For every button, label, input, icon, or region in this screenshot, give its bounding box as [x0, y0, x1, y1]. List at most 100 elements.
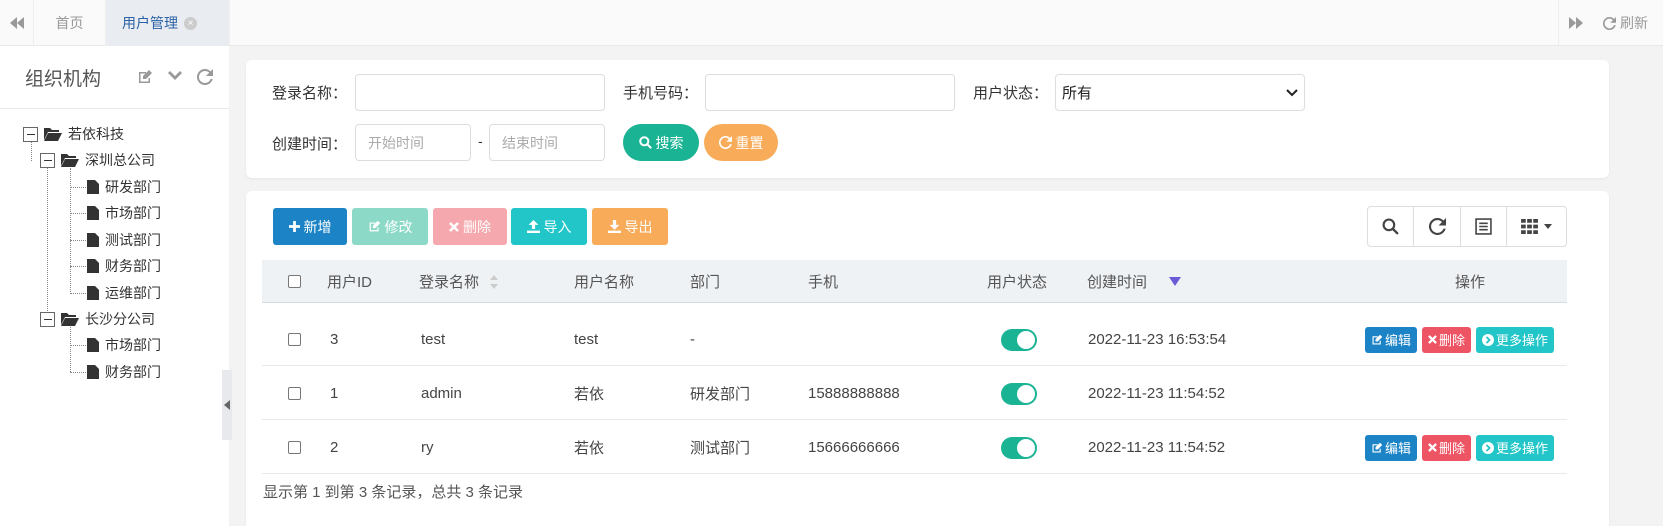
file-icon — [87, 286, 99, 300]
cell-phone: 15888888888 — [808, 385, 900, 402]
status-label: 用户状态： — [973, 85, 1049, 102]
sidebar-collapse-handle[interactable] — [222, 370, 232, 440]
col-login-name[interactable]: 登录名称 — [419, 260, 499, 303]
refresh-icon — [1603, 16, 1616, 30]
folder-open-icon — [61, 312, 79, 326]
tree-node-dept[interactable]: 研发部门 — [87, 175, 161, 199]
cell-user-name: 若依 — [574, 440, 605, 457]
end-time-input[interactable] — [489, 124, 605, 161]
status-toggle[interactable] — [1001, 436, 1037, 459]
status-toggle[interactable] — [1001, 382, 1037, 405]
tree-node-changsha[interactable]: 长沙分公司 — [40, 307, 155, 331]
row-edit-button[interactable]: 编辑 — [1365, 434, 1418, 461]
table-row[interactable]: 1 admin 若依 研发部门 15888888888 2022-11-23 1… — [262, 367, 1567, 420]
row-checkbox[interactable] — [288, 333, 301, 346]
table-row[interactable]: 3 test test - 2022-11-23 16:53:54 编辑 删除 … — [262, 313, 1567, 366]
row-more-button[interactable]: 更多操作 — [1476, 434, 1555, 461]
start-time-input[interactable] — [355, 124, 471, 161]
col-dept[interactable]: 部门 — [690, 260, 720, 303]
file-icon — [87, 338, 99, 352]
col-user-name[interactable]: 用户名称 — [574, 260, 634, 303]
chevron-down-icon[interactable] — [166, 68, 184, 86]
grid-icon — [1521, 219, 1538, 234]
scroll-tabs-left-icon[interactable] — [0, 0, 34, 46]
add-user-button[interactable]: 新增 — [273, 208, 347, 245]
status-select[interactable]: 所有 — [1055, 74, 1305, 111]
tree-node-root[interactable]: 若依科技 — [23, 122, 124, 146]
col-status[interactable]: 用户状态 — [987, 260, 1047, 303]
manage-icon[interactable] — [136, 68, 154, 86]
row-more-button[interactable]: 更多操作 — [1476, 326, 1555, 353]
plus-icon — [288, 221, 300, 232]
file-icon — [87, 233, 99, 247]
toggle-view-button[interactable] — [1461, 207, 1508, 246]
edit-icon — [369, 220, 380, 232]
row-checkbox[interactable] — [288, 387, 301, 400]
row-edit-button[interactable]: 编辑 — [1365, 326, 1418, 353]
tab-bar: 首页 用户管理 × 刷新 — [0, 0, 1663, 46]
cell-created: 2022-11-23 11:54:52 — [1088, 439, 1226, 456]
row-delete-button[interactable]: 删除 — [1422, 326, 1472, 353]
cell-user-name: test — [574, 331, 599, 348]
refresh-tree-icon[interactable] — [196, 68, 214, 86]
col-created[interactable]: 创建时间 — [1087, 260, 1182, 303]
collapse-toggle-icon[interactable] — [40, 311, 55, 327]
reset-button[interactable]: 重置 — [704, 124, 778, 161]
tree-node-dept[interactable]: 财务部门 — [87, 254, 161, 278]
refresh-table-button[interactable] — [1414, 207, 1461, 246]
cell-user-name: 若依 — [574, 386, 605, 403]
file-icon — [87, 259, 99, 273]
cell-created: 2022-11-23 16:53:54 — [1088, 331, 1227, 348]
edit-icon — [1372, 442, 1383, 452]
tree-node-shenzhen[interactable]: 深圳总公司 — [40, 148, 155, 172]
table-row[interactable]: 2 ry 若依 测试部门 15666666666 2022-11-23 11:5… — [262, 421, 1567, 474]
close-icon — [449, 221, 459, 232]
scroll-tabs-right-icon[interactable] — [1558, 0, 1592, 46]
refresh-button[interactable]: 刷新 — [1593, 0, 1663, 46]
created-time-label: 创建时间： — [272, 136, 348, 153]
tab-home[interactable]: 首页 — [34, 0, 106, 46]
cell-login-name: test — [421, 331, 446, 348]
caret-left-icon — [224, 400, 230, 410]
close-icon — [1428, 443, 1437, 452]
cell-user-id: 2 — [330, 439, 339, 456]
phone-input[interactable] — [705, 74, 955, 111]
cell-dept: 研发部门 — [690, 386, 751, 403]
refresh-icon — [718, 136, 732, 149]
collapse-toggle-icon[interactable] — [23, 126, 38, 142]
export-button[interactable]: 导出 — [592, 208, 668, 245]
login-name-input[interactable] — [355, 74, 605, 111]
caret-down-icon — [1544, 224, 1552, 229]
tree-node-dept[interactable]: 市场部门 — [87, 333, 161, 357]
close-icon[interactable]: × — [184, 16, 197, 30]
import-button[interactable]: 导入 — [511, 208, 587, 245]
search-toggle-button[interactable] — [1368, 207, 1415, 246]
tab-user-management[interactable]: 用户管理 × — [106, 0, 230, 46]
refresh-icon — [1428, 218, 1446, 235]
tree-node-dept[interactable]: 运维部门 — [87, 281, 161, 305]
columns-dropdown-button[interactable] — [1507, 207, 1566, 246]
row-delete-button[interactable]: 删除 — [1422, 434, 1472, 461]
tree-node-dept[interactable]: 测试部门 — [87, 228, 161, 252]
cell-dept: - — [690, 331, 695, 348]
chevron-circle-right-icon — [1482, 441, 1495, 454]
collapse-toggle-icon[interactable] — [40, 152, 55, 168]
tree-node-dept[interactable]: 财务部门 — [87, 360, 161, 384]
close-icon — [1428, 335, 1437, 344]
col-actions: 操作 — [1455, 274, 1486, 291]
edit-user-button[interactable]: 修改 — [352, 208, 428, 245]
status-toggle[interactable] — [1001, 328, 1037, 351]
select-all-checkbox[interactable] — [288, 275, 301, 288]
delete-user-button[interactable]: 删除 — [433, 208, 507, 245]
tree-node-dept[interactable]: 市场部门 — [87, 201, 161, 225]
sidebar-header: 组织机构 — [0, 46, 229, 109]
row-checkbox[interactable] — [288, 441, 301, 454]
cell-user-id: 1 — [330, 385, 339, 402]
cell-login-name: ry — [421, 439, 434, 456]
folder-open-icon — [61, 153, 79, 167]
login-name-label: 登录名称： — [272, 85, 348, 102]
col-phone[interactable]: 手机 — [808, 260, 838, 303]
col-user-id[interactable]: 用户ID — [327, 260, 372, 303]
search-button[interactable]: 搜索 — [623, 124, 699, 161]
sort-icon — [489, 274, 499, 290]
